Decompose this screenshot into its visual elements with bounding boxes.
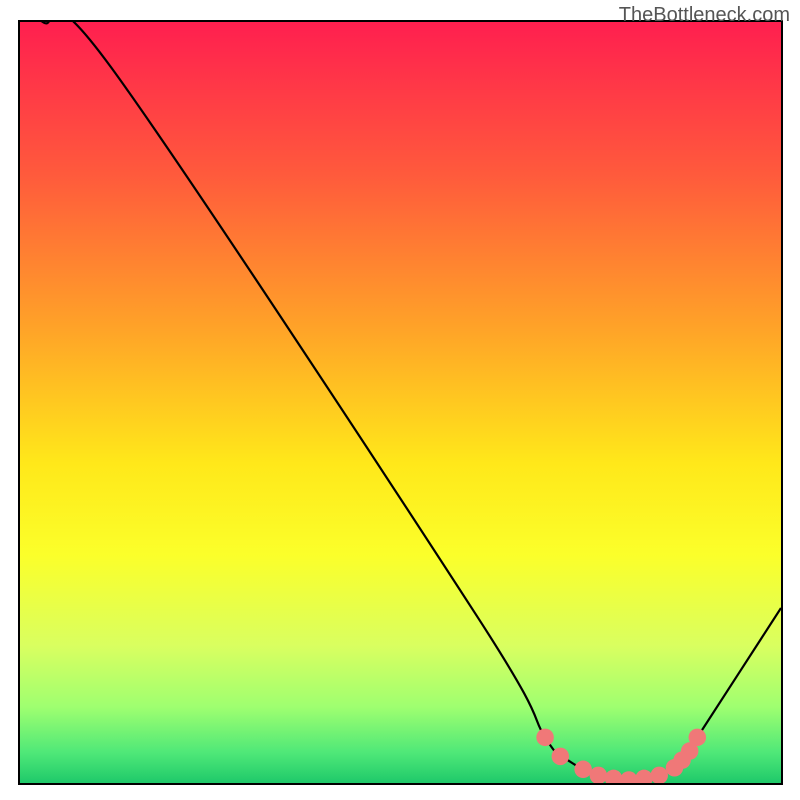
marker-point <box>590 767 608 785</box>
chart-curve-layer <box>20 22 781 783</box>
marker-point <box>605 770 623 785</box>
marker-point <box>620 771 638 785</box>
watermark-label: TheBottleneck.com <box>619 4 790 27</box>
marker-point <box>552 748 570 766</box>
highlight-markers <box>536 729 706 785</box>
chart-plot-area <box>18 20 783 785</box>
marker-point <box>536 729 554 747</box>
curve-path <box>20 20 781 779</box>
marker-point <box>650 767 668 785</box>
marker-point <box>635 770 653 785</box>
marker-point <box>574 761 592 779</box>
marker-point <box>689 729 707 747</box>
